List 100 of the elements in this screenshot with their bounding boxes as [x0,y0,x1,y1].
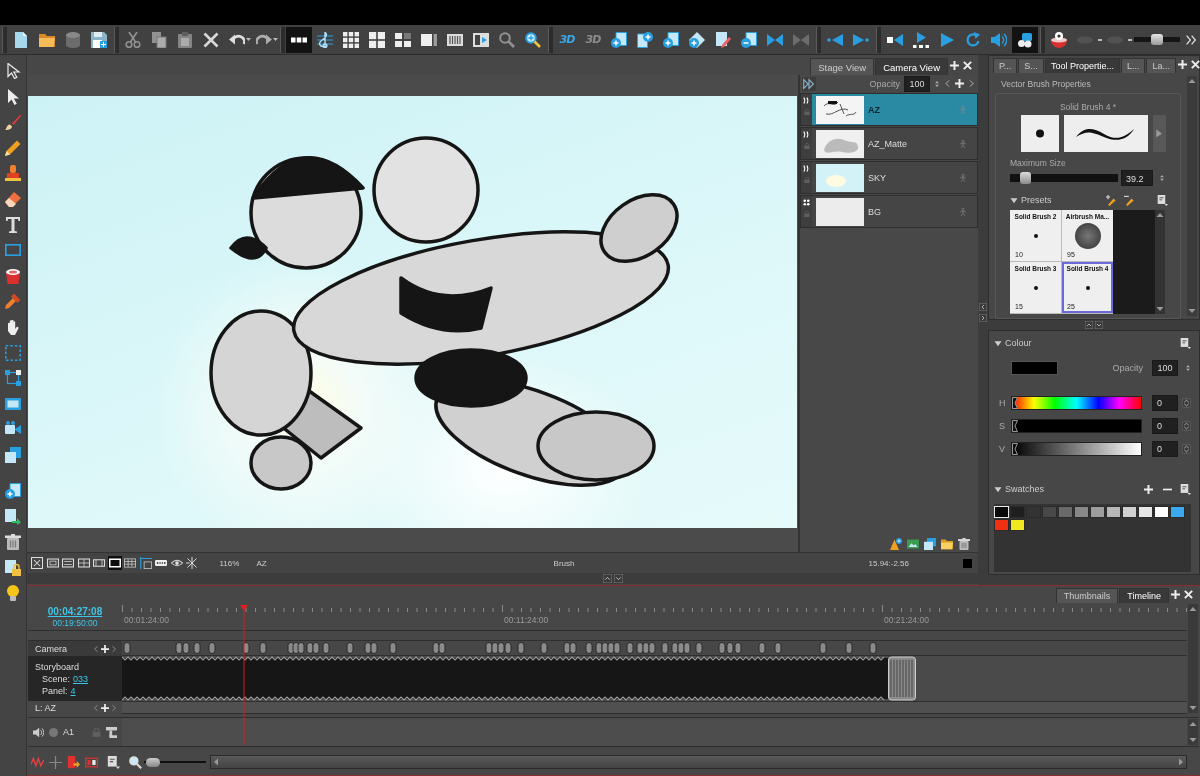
current-colour-swatch[interactable] [1011,361,1058,375]
scroll-left-arrow-icon[interactable] [212,758,220,766]
colour-slider[interactable] [1011,442,1142,456]
scroll-up-arrow-icon[interactable] [1188,77,1196,85]
panel-tab[interactable]: La... [1146,58,1176,73]
layer-row[interactable]: SKY [800,161,978,194]
toolbar-handle[interactable] [547,26,553,53]
document-icon[interactable] [13,31,29,48]
slider-thumb[interactable] [1151,34,1163,45]
stacked-pages-icon[interactable] [5,446,21,463]
disclosure-triangle-icon[interactable] [994,339,1002,347]
panel-tab[interactable]: Stage View [810,58,875,75]
playhead[interactable] [240,605,248,745]
brush-minus-icon[interactable] [1124,194,1135,206]
dash-icon[interactable] [1128,38,1132,41]
trash-icon[interactable] [5,534,21,551]
zoom-level[interactable]: 116% [219,558,240,568]
size-slider-track[interactable] [1010,172,1118,184]
channel-value-field[interactable]: 0 [1152,395,1178,411]
close-icon[interactable] [1184,590,1193,599]
disclosure-triangle-icon[interactable] [994,485,1002,493]
double-triangle-icon[interactable] [802,76,816,91]
slider-marker-icon[interactable] [1012,443,1018,455]
page-add-icon[interactable] [663,31,679,48]
next-icon[interactable] [853,31,869,48]
delete-icon[interactable] [203,31,219,48]
plus-icon[interactable] [101,703,109,712]
play-range-icon[interactable] [913,31,929,48]
colour-swatch[interactable] [1090,506,1105,518]
time-ruler[interactable] [122,605,1188,613]
table-grid-icon[interactable] [123,556,137,570]
eraser-icon[interactable] [5,190,21,207]
nested-rectangles-icon[interactable] [45,556,60,570]
four-dots-icon[interactable] [803,199,810,206]
slider-marker-icon[interactable] [1012,397,1018,409]
speaker-icon[interactable] [991,31,1007,48]
layer-row[interactable]: AZ_Matte [800,127,978,160]
panel-tab[interactable]: S... [1018,58,1044,73]
layer-add-icon[interactable] [890,538,902,550]
three-dots-icon[interactable] [286,26,312,53]
double-arc-icon[interactable] [803,131,810,138]
drawing-canvas[interactable] [28,96,797,528]
panel-tab[interactable]: Timeline [1119,588,1169,603]
spinner-arrows-icon[interactable] [1185,363,1191,373]
layer-row[interactable]: BG [800,195,978,228]
close-icon[interactable] [1190,60,1200,69]
pencil-icon[interactable] [5,139,21,156]
chevron-right-icon[interactable] [979,314,987,322]
chevron-up-icon[interactable] [1085,321,1093,329]
opacity-field[interactable]: 100 [904,75,930,92]
spin-arrows-icon[interactable] [1182,420,1191,432]
layer-row[interactable]: AZ [800,93,978,126]
panel-menu-icon[interactable] [1157,194,1168,206]
chevron-up-icon[interactable] [603,574,612,583]
colour-swatch[interactable] [1058,506,1073,518]
split-frame-icon[interactable] [85,755,98,769]
crosshair-icon[interactable] [49,755,62,769]
zoom-icon[interactable] [129,755,142,769]
paint-pot-icon[interactable] [5,267,21,284]
toolbar-handle[interactable] [1039,26,1045,53]
panel-layout-icon[interactable] [421,31,437,48]
panel-menu-icon[interactable] [107,755,120,769]
channel-value-field[interactable]: 0 [1152,418,1178,434]
bowtie-icon[interactable] [767,31,783,48]
plus-icon[interactable] [1177,60,1187,69]
double-arc-icon[interactable] [803,97,810,104]
page-arrow-icon[interactable] [5,508,21,525]
colour-swatch[interactable] [1170,506,1185,518]
picture-icon[interactable] [907,538,919,550]
colour-swatch[interactable] [1010,506,1025,518]
frame-icon[interactable] [5,395,21,412]
colour-swatch[interactable] [1154,506,1169,518]
colour-swatch[interactable] [1042,506,1057,518]
colour-swatch[interactable] [1106,506,1121,518]
page-add-icon[interactable] [637,31,653,48]
rectangle-icon[interactable] [107,556,122,570]
close-icon[interactable] [963,61,972,70]
size-value-field[interactable]: 39.2 [1121,170,1153,186]
hand-icon[interactable] [5,318,21,335]
panel-tab[interactable]: L... [1120,58,1146,73]
colour-swatch[interactable] [994,519,1009,531]
spin-arrows-icon[interactable] [1182,397,1191,409]
page-add-icon[interactable] [611,31,627,48]
caret-icon[interactable] [246,37,251,42]
camera-icon[interactable] [1012,26,1038,53]
brush-add-icon[interactable] [1106,194,1117,206]
caret-icon[interactable] [273,37,278,42]
tee-icon[interactable] [106,726,117,738]
opacity-field[interactable]: 100 [1152,360,1178,376]
storyboard-panels-drawing[interactable] [122,656,916,701]
page-pen-icon[interactable] [715,31,731,48]
loop-icon[interactable] [965,31,981,48]
plus-icon[interactable] [950,61,959,70]
vertical-scrollbar[interactable] [1188,719,1198,745]
vertical-scrollbar[interactable] [1187,76,1197,316]
zoom-in-icon[interactable] [525,31,541,48]
page-remove-icon[interactable] [741,31,757,48]
colour-slider[interactable] [1011,396,1142,410]
plus-icon[interactable] [1144,484,1153,494]
toolbar-handle[interactable] [1,26,7,53]
